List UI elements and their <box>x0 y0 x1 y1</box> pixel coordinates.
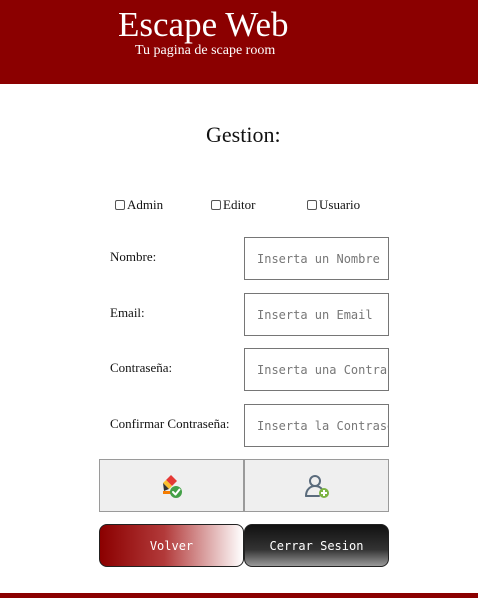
password-placeholder: Inserta una Contraseña <box>257 362 388 377</box>
site-subtitle: Tu pagina de scape room <box>135 43 276 58</box>
usuario-checkbox[interactable] <box>307 200 317 210</box>
volver-button[interactable]: Volver <box>99 524 244 567</box>
password-label: Contraseña: <box>110 360 173 375</box>
footer-bar <box>0 593 478 598</box>
add-user-button[interactable] <box>244 459 389 512</box>
pencil-check-icon <box>162 474 182 498</box>
page-title: Gestion: <box>206 122 281 147</box>
site-header: Escape Web Tu pagina de scape room <box>0 0 478 84</box>
role-editor[interactable]: Editor <box>211 197 256 213</box>
nombre-placeholder: Inserta un Nombre <box>257 251 380 266</box>
usuario-label: Usuario <box>319 197 361 212</box>
email-label: Email: <box>110 305 145 320</box>
edit-button[interactable] <box>99 459 244 512</box>
email-field[interactable]: Inserta un Email <box>244 293 389 336</box>
email-placeholder: Inserta un Email <box>257 307 373 322</box>
admin-label: Admin <box>127 197 164 212</box>
nombre-label: Nombre: <box>110 249 157 264</box>
add-user-icon <box>304 474 329 498</box>
role-usuario[interactable]: Usuario <box>307 197 360 213</box>
confirm-password-field[interactable]: Inserta la Contraseña <box>244 404 389 447</box>
editor-checkbox[interactable] <box>211 200 221 210</box>
editor-label: Editor <box>223 197 256 212</box>
password-field[interactable]: Inserta una Contraseña <box>244 348 389 391</box>
confirm-password-label: Confirmar Contraseña: <box>110 416 230 431</box>
site-title: Escape Web <box>118 5 289 44</box>
confirm-password-placeholder: Inserta la Contraseña <box>257 418 388 433</box>
cerrar-sesion-button[interactable]: Cerrar Sesion <box>244 524 389 567</box>
admin-checkbox[interactable] <box>115 200 125 210</box>
nombre-field[interactable]: Inserta un Nombre <box>244 237 389 280</box>
role-admin[interactable]: Admin <box>115 197 163 213</box>
